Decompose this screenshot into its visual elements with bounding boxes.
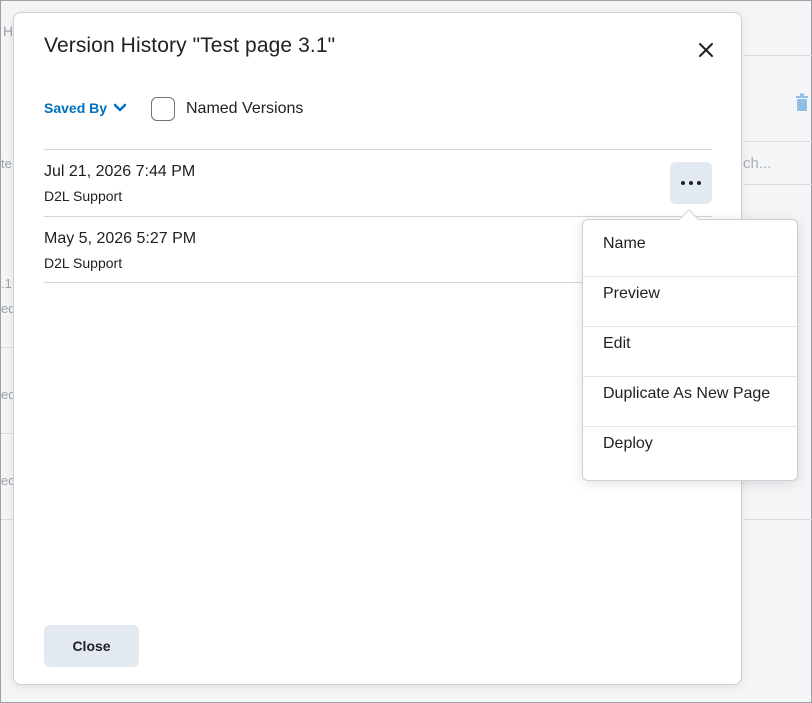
close-button[interactable]: Close <box>44 625 139 667</box>
version-actions-menu: Name Preview Edit Duplicate As New Page … <box>582 219 798 481</box>
more-dots-icon <box>697 181 701 185</box>
trash-icon <box>796 93 808 111</box>
close-icon <box>699 43 713 57</box>
background-text-fragment: .1 <box>1 276 12 291</box>
saved-by-label: Saved By <box>44 100 108 116</box>
chevron-down-icon <box>113 103 127 112</box>
background-divider <box>743 184 812 185</box>
version-row: Jul 21, 2026 7:44 PM D2L Support <box>44 149 712 216</box>
version-date: Jul 21, 2026 7:44 PM <box>44 163 196 180</box>
menu-item-deploy[interactable]: Deploy <box>583 420 797 470</box>
named-versions-label: Named Versions <box>186 100 304 117</box>
version-saved-by: D2L Support <box>44 255 123 271</box>
more-dots-icon <box>681 181 685 185</box>
background-divider <box>743 141 812 142</box>
named-versions-checkbox[interactable] <box>151 97 175 121</box>
version-saved-by: D2L Support <box>44 188 123 204</box>
named-versions-checkbox-wrapper[interactable]: Named Versions <box>151 97 303 121</box>
background-divider <box>743 55 812 56</box>
background-search-input: ch... <box>743 155 772 172</box>
version-date: May 5, 2026 5:27 PM <box>44 230 197 247</box>
background-text-fragment: te <box>1 156 12 171</box>
filter-row: Saved By Named Versions <box>44 97 644 123</box>
saved-by-dropdown[interactable]: Saved By <box>44 100 127 116</box>
close-dialog-button[interactable] <box>694 38 718 62</box>
menu-item-edit[interactable]: Edit <box>583 320 797 370</box>
menu-item-preview[interactable]: Preview <box>583 270 797 320</box>
more-dots-icon <box>689 181 693 185</box>
background-divider <box>743 519 812 520</box>
menu-item-duplicate-as-new-page[interactable]: Duplicate As New Page <box>583 370 797 420</box>
version-actions-button[interactable] <box>670 162 712 204</box>
dialog-title: Version History "Test page 3.1" <box>44 34 336 57</box>
background-text-fragment: H <box>3 23 14 39</box>
